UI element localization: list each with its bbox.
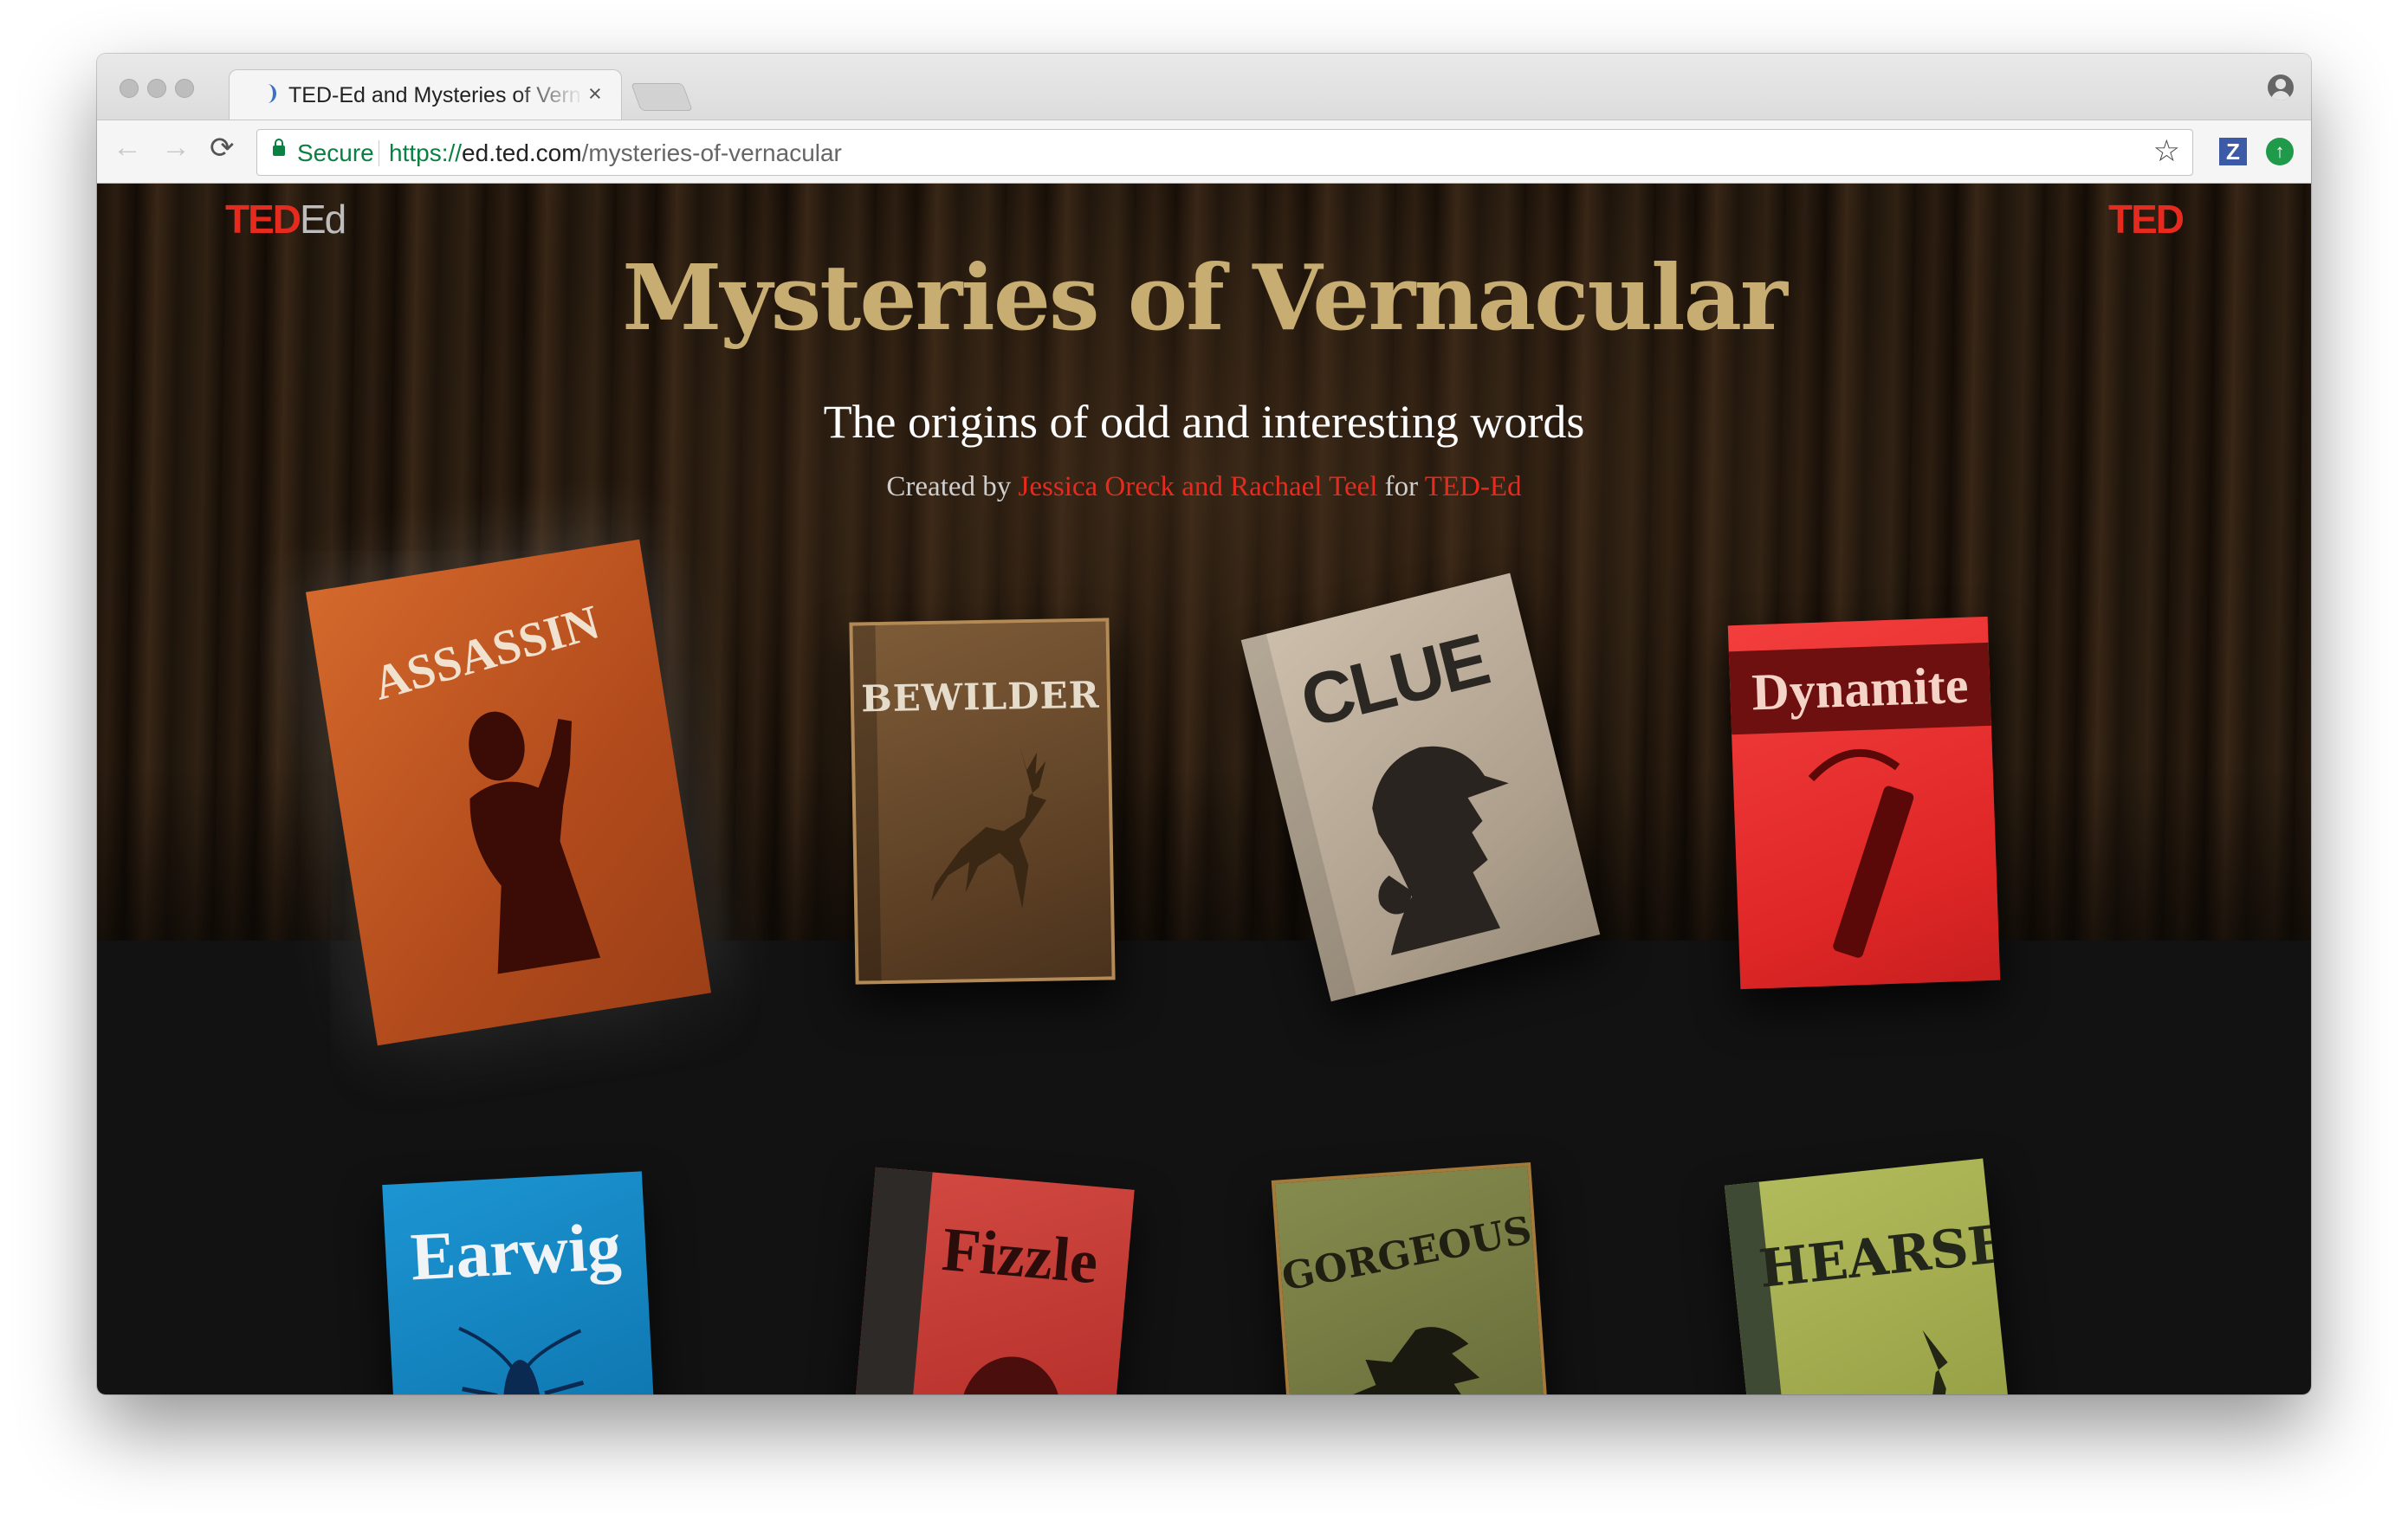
z-extension-icon[interactable]: Z: [2219, 138, 2247, 165]
forward-arrow-icon[interactable]: →: [161, 131, 191, 165]
url-host: ed.ted.com: [462, 139, 582, 166]
credits-prefix: Created by: [886, 471, 1019, 502]
security-label[interactable]: Secure: [297, 139, 374, 167]
authors-link[interactable]: Jessica Oreck and Rachael Teel: [1019, 471, 1378, 502]
url-scheme: https://: [389, 139, 463, 166]
earwig-insect-icon: [458, 1326, 591, 1394]
ted-ed-link[interactable]: TED-Ed: [1425, 471, 1522, 502]
upload-extension-icon[interactable]: ↑: [2266, 138, 2294, 165]
loading-spinner-icon: [259, 84, 276, 103]
book-earwig[interactable]: Earwig: [382, 1171, 661, 1394]
ted-ed-logo[interactable]: TEDEd: [225, 196, 346, 243]
url-path: /mysteries-of-vernacular: [581, 139, 842, 166]
address-bar[interactable]: Secure https://ed.ted.com/mysteries-of-v…: [256, 129, 2193, 176]
lock-icon: [273, 139, 285, 156]
detective-silhouette-icon: [1372, 746, 1509, 956]
dynamite-stick-icon: [1808, 748, 1914, 958]
page-title: Mysteries of Vernacular: [622, 244, 1788, 351]
page-subtitle: The origins of odd and interesting words: [823, 396, 1585, 448]
tab-strip: TED-Ed and Mysteries of Vern ×: [97, 54, 2311, 120]
minimize-window-button[interactable]: [147, 79, 166, 98]
new-tab-button[interactable]: [631, 83, 693, 111]
page-content: TEDEd TED Mysteries of Vernacular The or…: [97, 184, 2311, 1394]
book-title: Earwig: [408, 1207, 623, 1295]
book-title: ASSASSIN: [367, 595, 605, 711]
book-title: BEWILDER: [860, 673, 1100, 721]
browser-toolbar: ← → ⟳ Secure https://ed.ted.com/mysterie…: [97, 120, 2311, 184]
close-window-button[interactable]: [120, 79, 139, 98]
browser-window: TED-Ed and Mysteries of Vern × ← → ⟳ Sec…: [97, 54, 2311, 1394]
book-hearse[interactable]: HEARSE: [1724, 1158, 2022, 1394]
book-title: GORGEOUS: [1278, 1207, 1536, 1300]
reload-icon[interactable]: ⟳: [210, 131, 235, 165]
tab-title-fade: [515, 79, 585, 110]
logo-ted-part: TED: [225, 197, 301, 242]
gorgon-silhouette-icon: [1350, 1327, 1480, 1394]
url-text[interactable]: https://ed.ted.com/mysteries-of-vernacul…: [389, 139, 842, 167]
logo-ed-part: Ed: [300, 197, 346, 242]
book-assassin[interactable]: ASSASSIN: [305, 539, 712, 1046]
book-title: Dynamite: [1751, 656, 1970, 721]
credits-line: Created by Jessica Oreck and Rachael Tee…: [97, 471, 2311, 503]
credits-middle: for: [1377, 471, 1425, 502]
book-title: HEARSE: [1756, 1213, 2011, 1300]
book-fizzle[interactable]: Fizzle: [844, 1167, 1135, 1394]
profile-icon[interactable]: [2268, 74, 2294, 100]
howling-wolf-icon: [1818, 1329, 1974, 1394]
assassin-silhouette-icon: [469, 711, 601, 974]
back-arrow-icon[interactable]: ←: [113, 131, 142, 165]
bookmark-star-icon[interactable]: ☆: [2153, 134, 2180, 169]
fizzle-silhouette-icon: [960, 1356, 1061, 1394]
book-gorgeous[interactable]: GORGEOUS: [1271, 1162, 1557, 1394]
book-bewilder[interactable]: BEWILDER: [849, 618, 1116, 985]
ted-logo[interactable]: TED: [2108, 196, 2185, 243]
book-dynamite[interactable]: Dynamite: [1727, 616, 2001, 990]
browser-tab[interactable]: TED-Ed and Mysteries of Vern ×: [229, 69, 622, 120]
zoom-window-button[interactable]: [175, 79, 194, 98]
tab-close-icon[interactable]: ×: [588, 81, 602, 107]
leaping-deer-icon: [931, 744, 1046, 909]
